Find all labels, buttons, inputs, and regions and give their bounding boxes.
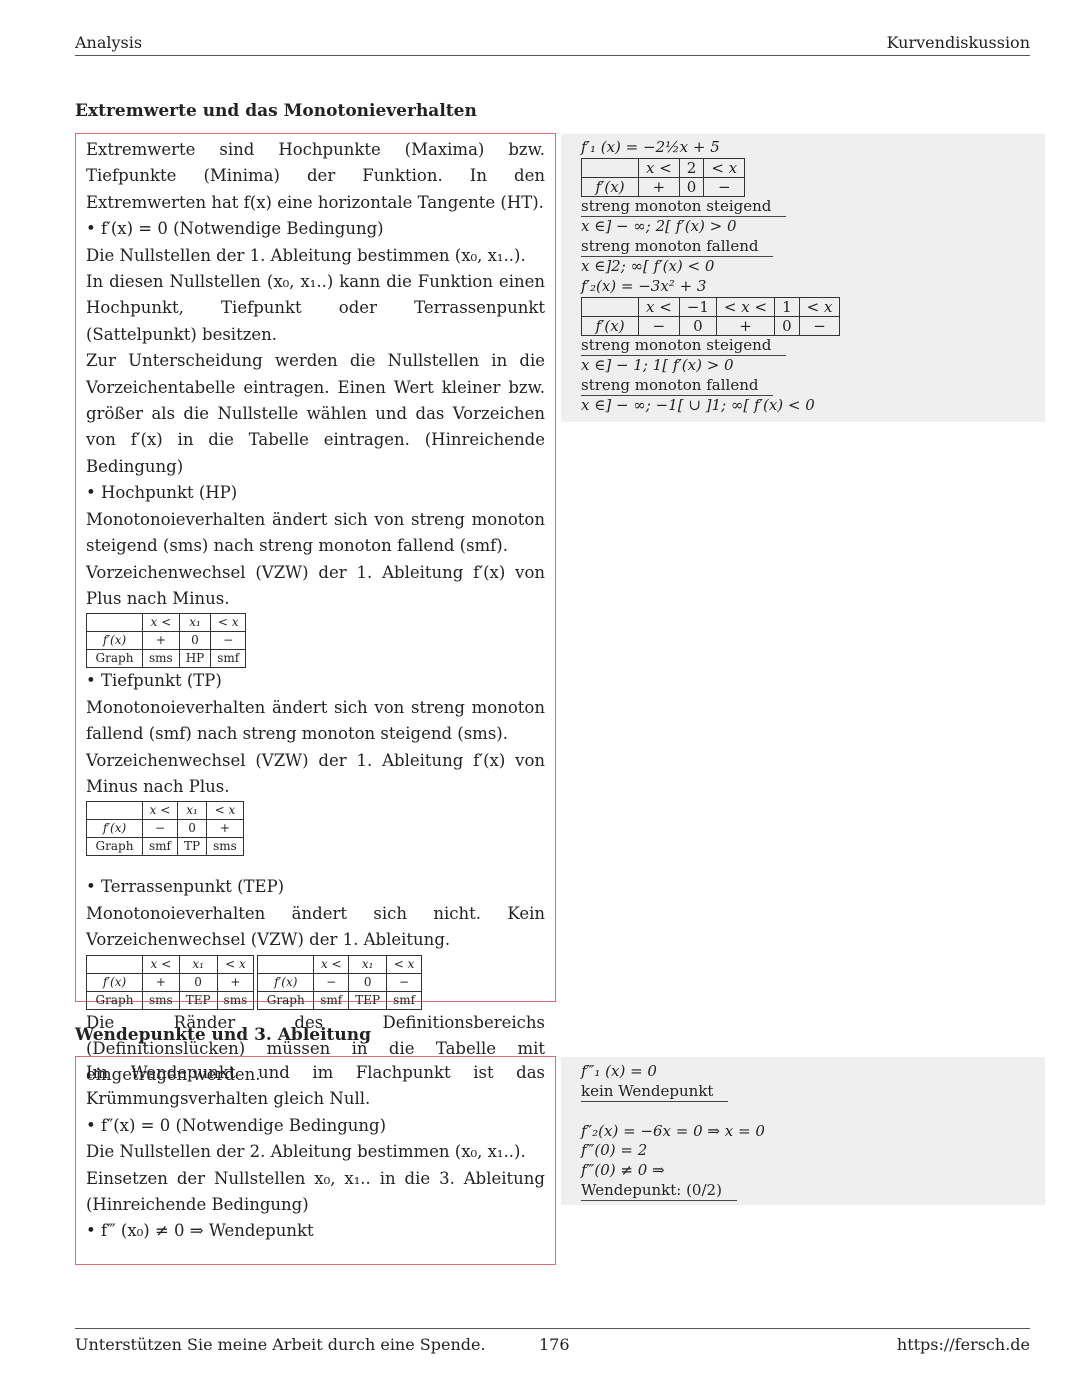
no-inflection-label: kein Wendepunkt — [581, 1082, 729, 1103]
paragraph: • f″(x) = 0 (Notwendige Bedingung) — [86, 1115, 387, 1135]
page-footer: Unterstützen Sie meine Arbeit durch eine… — [75, 1328, 1030, 1354]
paragraph: Zur Unterscheidung werden die Nullstelle… — [86, 351, 545, 476]
section-title-wendepunkte: Wendepunkte und 3. Ableitung — [75, 1025, 372, 1045]
paragraph: Vorzeichenwechsel (VZW) der 1. Ableitung… — [86, 750, 545, 796]
paragraph: Monotonoieverhalten ändert sich nicht. K… — [86, 903, 545, 950]
f1-formula: f′₁ (x) = −2½x + 5 — [581, 138, 720, 156]
f2-second-derivative: f″₂(x) = −6x = 0 ⇒ x = 0 — [581, 1121, 765, 1140]
page-header: Analysis Kurvendiskussion — [75, 33, 1030, 56]
header-right: Kurvendiskussion — [886, 33, 1030, 52]
paragraph: In diesen Nullstellen (x₀, x₁..) kann di… — [86, 272, 545, 344]
donation-text: Unterstützen Sie meine Arbeit durch eine… — [75, 1335, 486, 1354]
hp-sign-table: x < x₁ < x f′(x) +0− Graph sms HP smf — [86, 613, 247, 669]
f2-smf-interval: x ∈] − ∞; −1[ ∪ ]1; ∞[ f′(x) < 0 — [581, 396, 815, 415]
f1-smf-interval: x ∈]2; ∞[ f′(x) < 0 — [581, 257, 715, 276]
f1-sms-label: streng monoton steigend — [581, 197, 787, 218]
f2-formula: f′₂(x) = −3x² + 3 — [581, 276, 707, 295]
f2-smf-label: streng monoton fallend — [581, 376, 774, 397]
f2-sms-label: streng monoton steigend — [581, 336, 787, 357]
paragraph: • Terrassenpunkt (TEP) — [86, 877, 285, 897]
example-panel-wendepunkte: f‴₁ (x) = 0 kein Wendepunkt f″₂(x) = −6x… — [561, 1057, 1045, 1205]
theory-box-extremwerte: Extremwerte sind Hochpunkte (Maxima) bzw… — [75, 133, 556, 1084]
paragraph: Extremwerte sind Hochpunkte (Maxima) bzw… — [86, 140, 545, 212]
tep-tables: x < x₁ < x f′(x) +0 + Graph sms TEP sms x < x₁ < … — [86, 954, 545, 1010]
tep-sign-table-plus: x < x₁ < x f′(x) +0 + Graph sms TEP sms — [86, 954, 255, 1010]
f2-sms-interval: x ∈] − 1; 1[ f′(x) > 0 — [581, 356, 734, 375]
paragraph: Die Nullstellen der 2. Ableitung bestimm… — [86, 1142, 526, 1162]
paragraph: Die Nullstellen der 1. Ableitung bestimm… — [86, 245, 526, 265]
example-panel-monotonie: f′₁ (x) = −2½x + 5 x <2 < x f′(x) +0− stre… — [561, 134, 1045, 422]
paragraph: • f′(x) = 0 (Notwendige Bedingung) — [86, 219, 384, 239]
paragraph: Monotonoieverhalten ändert sich von stre… — [86, 509, 545, 556]
paragraph: Monotonoieverhalten ändert sich von stre… — [86, 697, 545, 744]
page-number: 176 — [539, 1335, 570, 1354]
f-third-nonzero: f‴(0) ≠ 0 ⇒ — [581, 1160, 665, 1179]
theory-box-wendepunkte: Im Wendepunkt und im Flachpunkt ist das … — [75, 1056, 556, 1265]
inflection-point-result: Wendepunkt: (0/2) — [581, 1181, 737, 1202]
website-link[interactable]: https://fersch.de — [897, 1335, 1030, 1354]
paragraph: • Tiefpunkt (TP) — [86, 671, 222, 691]
f1-sign-table: x <2 < x f′(x) +0− — [581, 157, 746, 197]
f1-third-derivative: f‴₁ (x) = 0 — [581, 1062, 657, 1080]
f-third-at-0: f‴(0) = 2 — [581, 1141, 648, 1160]
paragraph: Im Wendepunkt und im Flachpunkt ist das … — [86, 1063, 545, 1109]
paragraph: • f‴ (x₀) ≠ 0 ⇒ Wendepunkt — [86, 1221, 314, 1241]
paragraph: Vorzeichenwechsel (VZW) der 1. Ableitung… — [86, 562, 545, 608]
tep-sign-table-minus: x < x₁ < x f′(x) −0− Graph smf TEP smf — [257, 954, 423, 1010]
tp-sign-table: x < x₁ < x f′(x) −0 + Graph smf TP sms — [86, 801, 244, 857]
section-title-extremwerte: Extremwerte und das Monotonieverhalten — [75, 101, 477, 121]
f2-sign-table: x < −1 < x <1 < x f′(x) −0 +0− — [581, 296, 841, 336]
f1-smf-label: streng monoton fallend — [581, 237, 774, 258]
f1-sms-interval: x ∈] − ∞; 2[ f′(x) > 0 — [581, 217, 737, 236]
paragraph: • Hochpunkt (HP) — [86, 483, 238, 503]
header-left: Analysis — [75, 33, 143, 52]
paragraph: Einsetzen der Nullstellen x₀, x₁.. in di… — [86, 1168, 545, 1215]
